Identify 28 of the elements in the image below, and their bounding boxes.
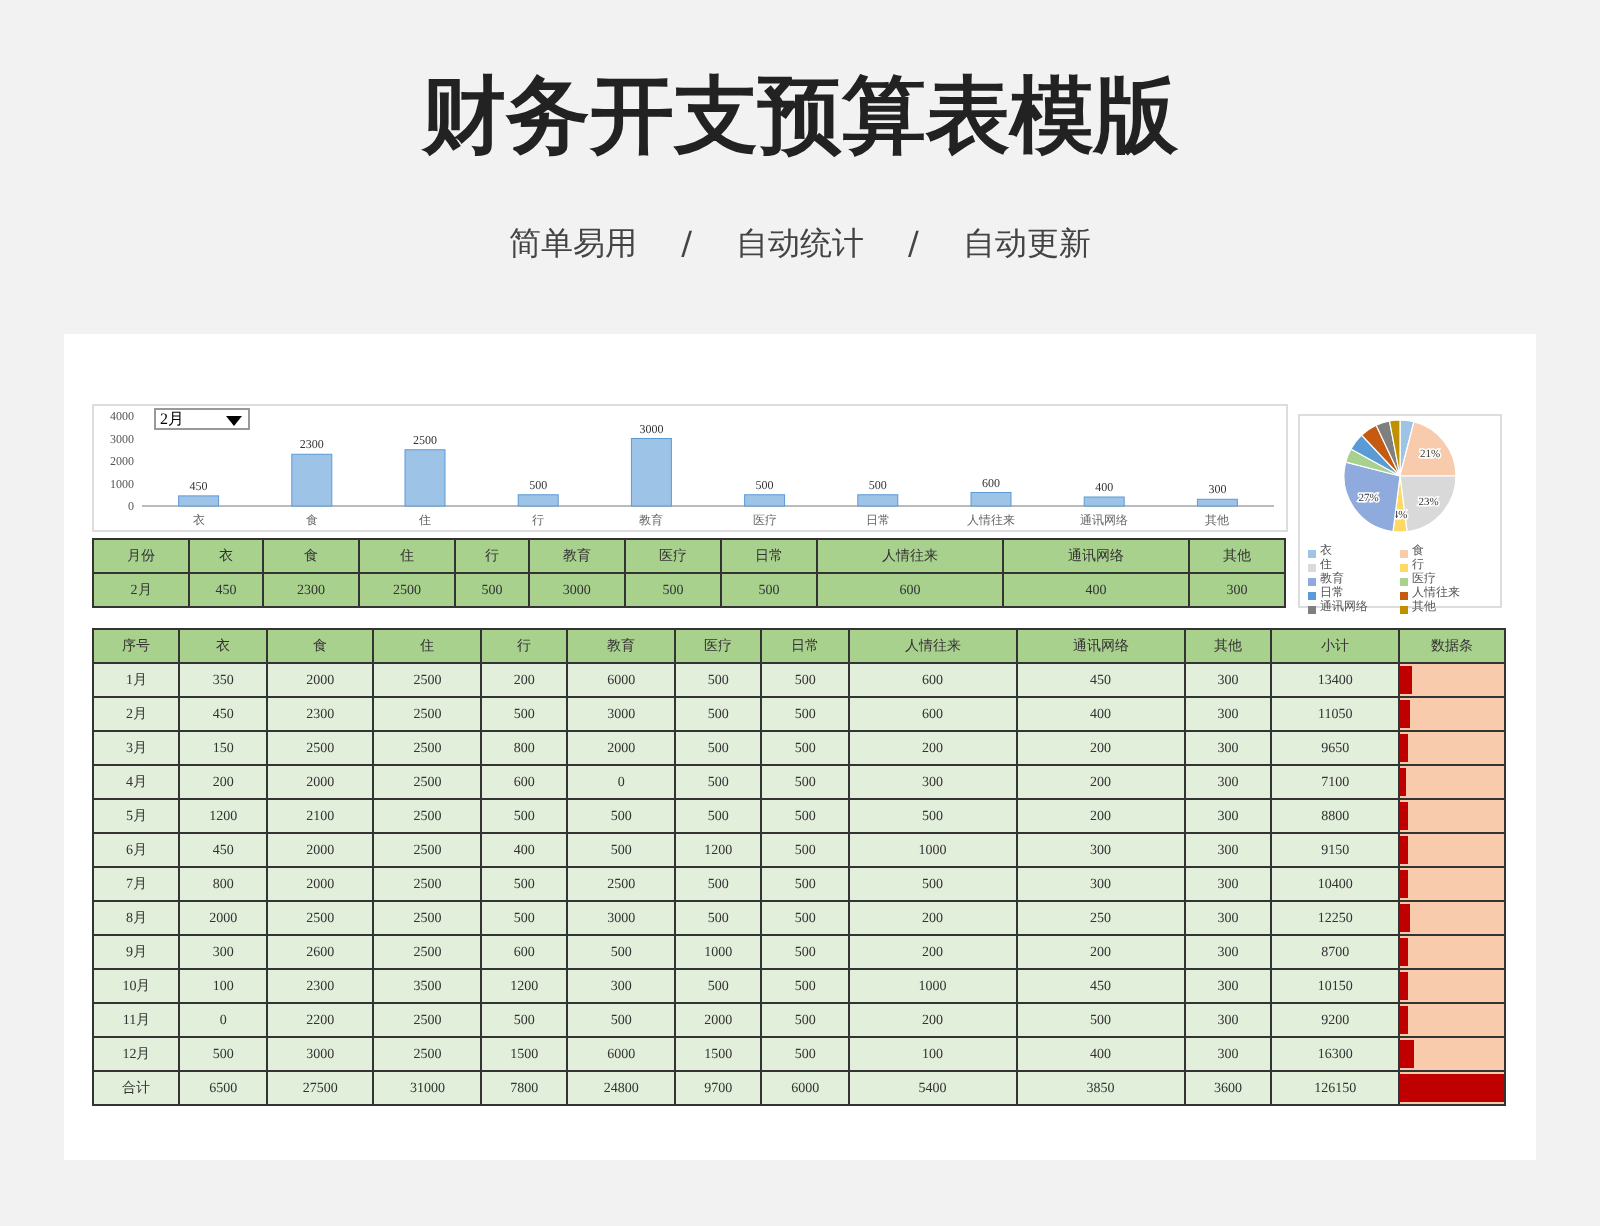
bar xyxy=(857,494,899,507)
tagline-text: 简单易用 xyxy=(509,224,638,266)
tagline-text: 自动统计 xyxy=(736,224,864,266)
tagline-text: 自动更新 xyxy=(962,224,1091,266)
legend-swatch xyxy=(1308,563,1316,571)
bar xyxy=(291,453,333,507)
page-title: 财务开支预算表模版 xyxy=(422,64,1178,168)
legend-swatch xyxy=(1400,591,1408,599)
legend-swatch xyxy=(1400,549,1408,557)
legend-swatch xyxy=(1400,577,1408,585)
legend-swatch xyxy=(1308,549,1316,557)
legend-swatch xyxy=(1308,605,1316,613)
bar xyxy=(178,495,220,507)
legend-swatch xyxy=(1308,577,1316,585)
legend-swatch xyxy=(1308,591,1316,599)
bar xyxy=(744,494,786,507)
legend-swatch xyxy=(1400,605,1408,613)
bar xyxy=(630,438,672,507)
bar xyxy=(404,449,446,507)
month-dropdown[interactable]: 2月 xyxy=(154,408,250,430)
tagline-text: / xyxy=(908,224,919,266)
tagline-text: / xyxy=(681,224,692,266)
bar xyxy=(517,494,559,507)
legend-swatch xyxy=(1400,563,1408,571)
bar xyxy=(1196,498,1238,507)
caret-icon xyxy=(226,416,242,426)
bar xyxy=(970,492,1012,507)
bar xyxy=(1083,496,1125,507)
